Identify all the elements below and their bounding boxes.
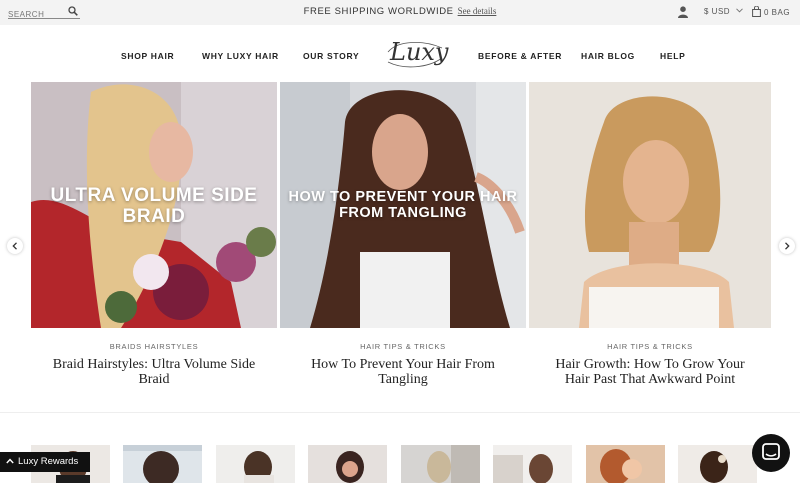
thumbnail[interactable] [493, 445, 572, 483]
thumbnail[interactable] [678, 445, 757, 483]
luxy-logo[interactable]: Luxy [384, 38, 449, 70]
post-overlay-title: ULTRA VOLUME SIDE BRAID [50, 185, 258, 227]
section-divider [0, 412, 800, 413]
chevron-up-icon [6, 458, 14, 464]
post-title[interactable]: Hair Growth: How To Grow Your Hair Past … [529, 357, 771, 388]
bag-label: 0 BAG [764, 8, 791, 17]
nav-why-luxy-hair[interactable]: WHY LUXY HAIR [202, 51, 279, 61]
chevron-left-icon [12, 242, 17, 250]
utility-bar: FREE SHIPPING WORLDWIDE See details $ USD… [0, 0, 800, 25]
post-image[interactable]: HOW TO PREVENT YOUR HAIR FROM TANGLING [280, 82, 526, 328]
see-details-link[interactable]: See details [458, 6, 497, 16]
blog-card[interactable]: HOW TO PREVENT YOUR HAIR FROM TANGLING H… [280, 82, 526, 388]
bag-button[interactable]: 0 BAG [752, 5, 791, 17]
nav-help[interactable]: HELP [660, 51, 685, 61]
post-title[interactable]: How To Prevent Your Hair From Tangling [280, 357, 526, 388]
currency-label: $ USD [704, 7, 731, 16]
post-overlay-title: HOW TO PREVENT YOUR HAIR FROM TANGLING [288, 189, 518, 221]
post-category[interactable]: HAIR TIPS & TRICKS [529, 342, 771, 351]
carousel-next-button[interactable] [779, 238, 795, 254]
promo-text: FREE SHIPPING WORLDWIDE [303, 6, 454, 17]
post-image[interactable] [529, 82, 771, 328]
rewards-label: Luxy Rewards [18, 456, 79, 467]
luxy-rewards-button[interactable]: Luxy Rewards [0, 452, 90, 472]
chat-button[interactable] [752, 434, 790, 472]
chevron-down-icon [735, 8, 743, 13]
nav-shop-hair[interactable]: SHOP HAIR [121, 51, 174, 61]
thumbnail[interactable] [308, 445, 387, 483]
nav-before-after[interactable]: BEFORE & AFTER [478, 51, 562, 61]
thumbnail[interactable] [401, 445, 480, 483]
currency-selector[interactable]: $ USD [704, 7, 743, 16]
blog-card[interactable]: ULTRA VOLUME SIDE BRAID BRAIDS HAIRSTYLE… [31, 82, 277, 388]
logo-text: Luxy [390, 38, 449, 66]
post-image[interactable]: ULTRA VOLUME SIDE BRAID [31, 82, 277, 328]
nav-hair-blog[interactable]: HAIR BLOG [581, 51, 635, 61]
bag-icon [752, 5, 761, 17]
carousel-prev-button[interactable] [7, 238, 23, 254]
thumbnail[interactable] [586, 445, 665, 483]
nav-our-story[interactable]: OUR STORY [303, 51, 359, 61]
post-title[interactable]: Braid Hairstyles: Ultra Volume Side Brai… [31, 357, 277, 388]
chevron-right-icon [785, 242, 790, 250]
blog-card[interactable]: HAIR TIPS & TRICKS Hair Growth: How To G… [529, 82, 771, 388]
chat-bubble-icon [762, 443, 780, 460]
thumbnail[interactable] [216, 445, 295, 483]
account-icon[interactable] [678, 6, 688, 18]
post-category[interactable]: HAIR TIPS & TRICKS [280, 342, 526, 351]
thumbnail[interactable] [123, 445, 202, 483]
post-category[interactable]: BRAIDS HAIRSTYLES [31, 342, 277, 351]
